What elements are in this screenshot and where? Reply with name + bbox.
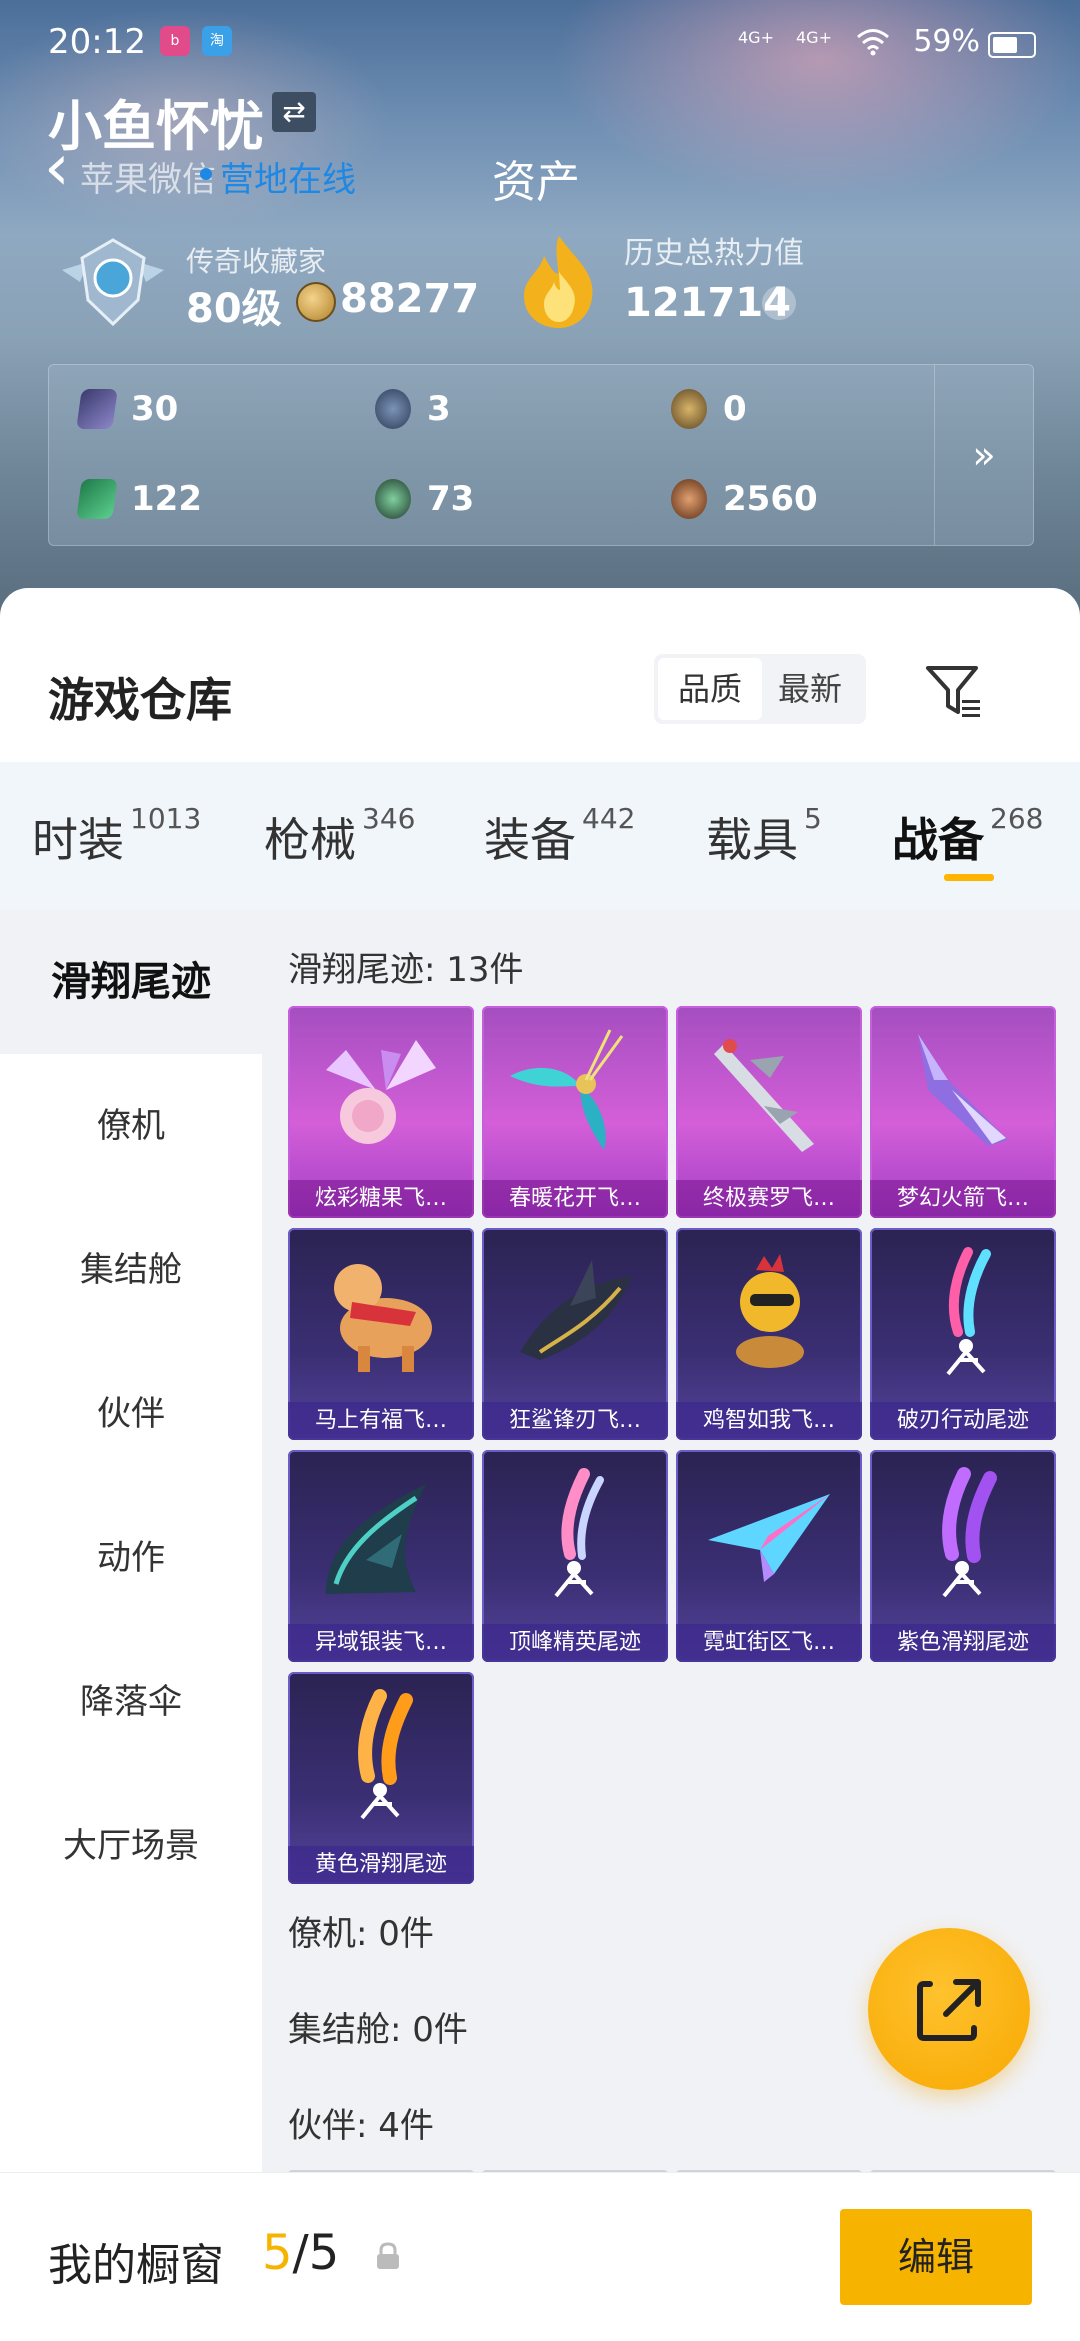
bilibili-app-icon: b: [160, 26, 190, 56]
lock-icon: [377, 2242, 399, 2269]
platform-label: 苹果微信: [80, 160, 216, 200]
sort-latest-button[interactable]: 最新: [758, 658, 862, 720]
sidebar-item-parachute[interactable]: 降落伞: [0, 1630, 262, 1774]
item-card[interactable]: 梦幻火箭飞…: [870, 1006, 1056, 1218]
stats-more-icon[interactable]: »: [934, 365, 1033, 545]
flame-icon: [524, 236, 593, 328]
rank-title: 传奇收藏家: [186, 245, 327, 278]
ticket-icon: [76, 479, 118, 519]
section-title-wingman: 僚机: 0件: [288, 1914, 434, 1954]
section-title-rally-pod: 集结舱: 0件: [288, 2010, 468, 2050]
signal-2-icon: 4G+: [796, 28, 832, 47]
rainbow-trail-icon: [946, 1247, 991, 1376]
item-card[interactable]: 终极赛罗飞…: [676, 1006, 862, 1218]
item-card[interactable]: 霓虹街区飞…: [676, 1450, 862, 1662]
switch-account-icon[interactable]: ⇄: [272, 92, 316, 132]
heat-title: 历史总热力值: [624, 236, 804, 271]
sidebar-item-glide-trail[interactable]: 滑翔尾迹: [0, 910, 262, 1054]
warehouse-title: 游戏仓库: [48, 673, 232, 727]
sort-toggle: 品质 最新: [654, 654, 866, 724]
section-title-partner: 伙伴: 4件: [288, 2106, 434, 2146]
sidebar-item-partner[interactable]: 伙伴: [0, 1342, 262, 1486]
tab-vehicles[interactable]: 载具 5: [706, 802, 822, 870]
horse-icon: [334, 1264, 432, 1372]
profile-header: 20:12 b 淘 4G+ 4G+ 59% 小鱼怀忧 ⇄ 苹果微信 ‹ 营地在线…: [0, 0, 1080, 620]
rank-badge-icon: [62, 238, 164, 327]
candy-wings-icon: [326, 1040, 436, 1144]
page-title: 资产: [492, 157, 580, 208]
alien-wings-icon: [326, 1484, 426, 1594]
showcase-bar: 我的橱窗 5/5 编辑: [0, 2172, 1080, 2341]
item-list[interactable]: 滑翔尾迹: 13件 炫彩糖果飞… 春暖花开飞… 终极赛罗飞… 梦幻火箭飞… 马上…: [262, 910, 1080, 2340]
sidebar-item-wingman[interactable]: 僚机: [0, 1054, 262, 1198]
gold-token-icon: [671, 389, 707, 429]
coin-value: 88277: [340, 276, 480, 322]
green-coin-icon: [375, 479, 411, 519]
tab-combat-gear[interactable]: 战备 268: [892, 802, 1043, 870]
taobao-app-icon: 淘: [202, 26, 232, 56]
tab-equipment[interactable]: 装备 442: [484, 802, 635, 870]
active-tab-indicator: [944, 874, 994, 881]
filter-icon[interactable]: [922, 660, 986, 724]
category-tabs: 时装 1013 枪械 346 装备 442 载具 5 战备 268: [0, 762, 1080, 910]
item-card[interactable]: 黄色滑翔尾迹: [288, 1672, 474, 1884]
sub-category-sidebar: 滑翔尾迹 僚机 集结舱 伙伴 动作 降落伞 大厅场景: [0, 910, 262, 2340]
item-card[interactable]: 顶峰精英尾迹: [482, 1450, 668, 1662]
rank-level: 80级: [186, 286, 282, 332]
signal-1-icon: 4G+: [738, 28, 774, 47]
sort-quality-button[interactable]: 品质: [658, 658, 762, 720]
coin-icon: [296, 282, 336, 322]
edit-button[interactable]: 编辑: [840, 2209, 1032, 2305]
tab-fashion[interactable]: 时装 1013: [32, 802, 201, 870]
item-card[interactable]: 鸡智如我飞…: [676, 1228, 862, 1440]
rocket-wings-icon: [918, 1034, 1008, 1146]
status-time: 20:12: [48, 22, 146, 62]
shark-icon: [520, 1260, 632, 1360]
butterfly-wings-icon: [510, 1029, 624, 1150]
sidebar-item-rally-pod[interactable]: 集结舱: [0, 1198, 262, 1342]
wifi-icon: [857, 29, 889, 56]
item-card[interactable]: 异域银装飞…: [288, 1450, 474, 1662]
purple-trail-icon: [942, 1467, 997, 1598]
battery-percent: 59%: [913, 24, 980, 59]
user-name: 小鱼怀忧: [48, 95, 264, 158]
chicken-icon: [736, 1254, 804, 1368]
tab-weapons[interactable]: 枪械 346: [264, 802, 415, 870]
help-icon[interactable]: ?: [762, 286, 796, 320]
battery-icon: [988, 32, 1036, 58]
paper-plane-icon: [708, 1494, 830, 1582]
back-arrow-icon[interactable]: ‹: [44, 136, 70, 200]
showcase-label: 我的橱窗: [48, 2240, 224, 2291]
item-card[interactable]: 春暖花开飞…: [482, 1006, 668, 1218]
item-card[interactable]: 炫彩糖果飞…: [288, 1006, 474, 1218]
sidebar-item-lobby-scene[interactable]: 大厅场景: [0, 1774, 262, 1918]
sidebar-item-emote[interactable]: 动作: [0, 1486, 262, 1630]
share-fab-button[interactable]: [868, 1928, 1030, 2090]
item-card[interactable]: 狂鲨锋刃飞…: [482, 1228, 668, 1440]
pink-trail-icon: [554, 1468, 604, 1598]
showcase-count: 5/5: [262, 2225, 340, 2281]
bronze-coin-icon: [671, 479, 707, 519]
online-dot-icon: [200, 168, 212, 180]
stats-panel[interactable]: 30 3 0 122 73 2560 »: [48, 364, 1034, 546]
status-bar: 20:12 b 淘 4G+ 4G+ 59%: [48, 20, 1040, 64]
item-card[interactable]: 破刃行动尾迹: [870, 1228, 1056, 1440]
jet-wings-icon: [714, 1039, 814, 1152]
s-coin-icon: [375, 389, 411, 429]
item-card[interactable]: 紫色滑翔尾迹: [870, 1450, 1056, 1662]
online-status: 营地在线: [220, 160, 356, 200]
section-title-glide-trail: 滑翔尾迹: 13件: [288, 950, 524, 990]
yellow-trail-icon: [358, 1689, 413, 1820]
item-card[interactable]: 马上有福飞…: [288, 1228, 474, 1440]
card-icon: [76, 389, 118, 429]
share-icon: [917, 1979, 981, 2041]
